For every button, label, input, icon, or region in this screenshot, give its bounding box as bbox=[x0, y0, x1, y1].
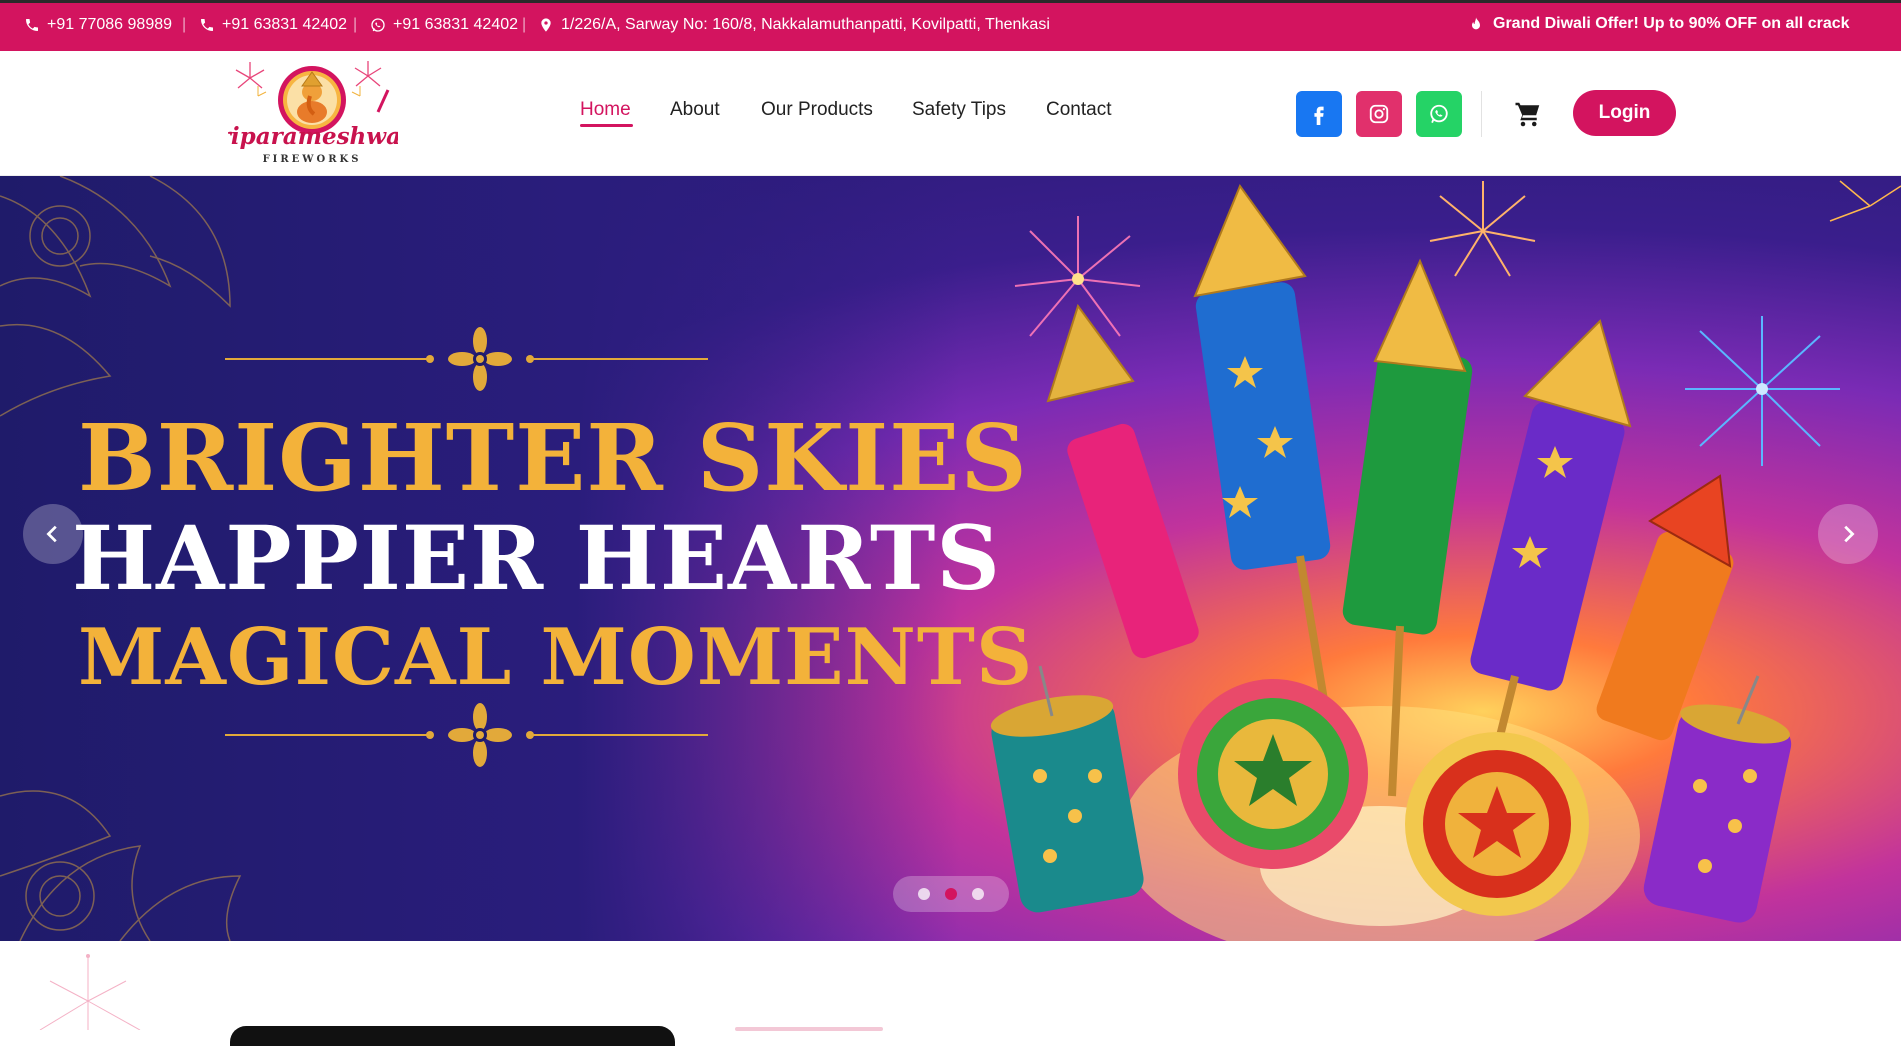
chakri-red bbox=[1405, 732, 1589, 916]
rocket-blue bbox=[1193, 183, 1334, 737]
phone-icon bbox=[201, 19, 213, 31]
separator: | bbox=[182, 16, 187, 33]
chevron-left-icon bbox=[46, 525, 57, 543]
phone-2-text: +91 63831 42402 bbox=[222, 16, 348, 33]
facebook-icon bbox=[1314, 106, 1324, 125]
hero-heading-line-3: MAGICAL MOMENTS bbox=[78, 612, 1034, 703]
separator: | bbox=[522, 16, 527, 33]
firework-burst-orange bbox=[1429, 181, 1536, 277]
decor-sparkle bbox=[39, 954, 141, 1030]
cart-icon bbox=[1515, 102, 1540, 127]
offer-marquee: Grand Diwali Offer! Up to 90% OFF on all… bbox=[1468, 15, 1856, 33]
mandala-top-left bbox=[0, 176, 231, 417]
phone-2[interactable]: +91 63831 42402 bbox=[199, 16, 347, 34]
slider-pagination bbox=[893, 876, 1009, 912]
nav-home[interactable]: Home bbox=[580, 99, 631, 121]
featured-card bbox=[230, 1026, 675, 1046]
chevron-right-icon bbox=[1844, 525, 1855, 543]
brand-logo[interactable]: Sriparameshwari FIREWORKS bbox=[202, 56, 422, 171]
instagram-icon bbox=[1369, 104, 1389, 124]
slider-prev-button[interactable] bbox=[23, 504, 83, 564]
slider-dot-2[interactable] bbox=[945, 888, 957, 900]
chakri-green bbox=[1178, 679, 1368, 869]
login-button[interactable]: Login bbox=[1573, 90, 1676, 136]
hero-slider: BRIGHTER SKIES HAPPIER HEARTS MAGICAL MO… bbox=[0, 176, 1901, 941]
logo-image: Sriparameshwari FIREWORKS bbox=[202, 61, 422, 165]
top-info-bar: +91 77086 98989 | +91 63831 42402 | +91 … bbox=[0, 0, 1901, 51]
section-accent bbox=[735, 1027, 883, 1031]
fire-icon bbox=[1472, 17, 1480, 30]
firework-burst-right bbox=[1829, 180, 1901, 222]
rocket-orange bbox=[1596, 474, 1734, 741]
next-section bbox=[0, 941, 1901, 1046]
logo-sub: FIREWORKS bbox=[263, 154, 362, 165]
firecracker-teal bbox=[990, 665, 1144, 913]
rocket-pink bbox=[1046, 303, 1199, 659]
nav-our-products[interactable]: Our Products bbox=[761, 99, 873, 121]
nav-contact[interactable]: Contact bbox=[1046, 99, 1111, 121]
address-text: 1/226/A, Sarway No: 160/8, Nakkalamuthan… bbox=[561, 16, 1050, 33]
whatsapp-text: +91 63831 42402 bbox=[393, 16, 519, 33]
whatsapp-button[interactable] bbox=[1416, 91, 1462, 137]
site-header: Sriparameshwari FIREWORKS Home About Our… bbox=[0, 51, 1901, 176]
nav-safety-tips[interactable]: Safety Tips bbox=[912, 99, 1006, 121]
whatsapp-icon bbox=[1430, 104, 1448, 124]
slider-dot-1[interactable] bbox=[918, 888, 930, 900]
ornament-bottom bbox=[225, 703, 708, 767]
mandala-bottom-left bbox=[0, 790, 242, 941]
phone-1[interactable]: +91 77086 98989 bbox=[24, 16, 172, 34]
hero-heading-line-2: HAPPIER HEARTS bbox=[72, 506, 1001, 610]
logo-name: Sriparameshwari bbox=[228, 123, 398, 150]
slider-dot-3[interactable] bbox=[972, 888, 984, 900]
whatsapp-contact[interactable]: +91 63831 42402 bbox=[370, 16, 518, 34]
hero-heading-line-1: BRIGHTER SKIES bbox=[78, 404, 1028, 512]
phone-1-text: +91 77086 98989 bbox=[47, 16, 173, 33]
firework-burst-blue bbox=[1685, 316, 1840, 466]
whatsapp-icon bbox=[371, 18, 385, 32]
address: 1/226/A, Sarway No: 160/8, Nakkalamuthan… bbox=[538, 16, 1050, 34]
offer-text: Grand Diwali Offer! Up to 90% OFF on all… bbox=[1493, 15, 1850, 32]
separator: | bbox=[353, 16, 358, 33]
nav-about[interactable]: About bbox=[670, 99, 720, 121]
location-pin-icon bbox=[541, 18, 551, 32]
nav-active-indicator bbox=[580, 124, 633, 127]
cart-button[interactable] bbox=[1513, 99, 1543, 129]
facebook-button[interactable] bbox=[1296, 91, 1342, 137]
slider-next-button[interactable] bbox=[1818, 504, 1878, 564]
instagram-button[interactable] bbox=[1356, 91, 1402, 137]
phone-icon bbox=[26, 19, 38, 31]
ornament-top bbox=[225, 327, 708, 391]
header-divider bbox=[1481, 91, 1482, 137]
